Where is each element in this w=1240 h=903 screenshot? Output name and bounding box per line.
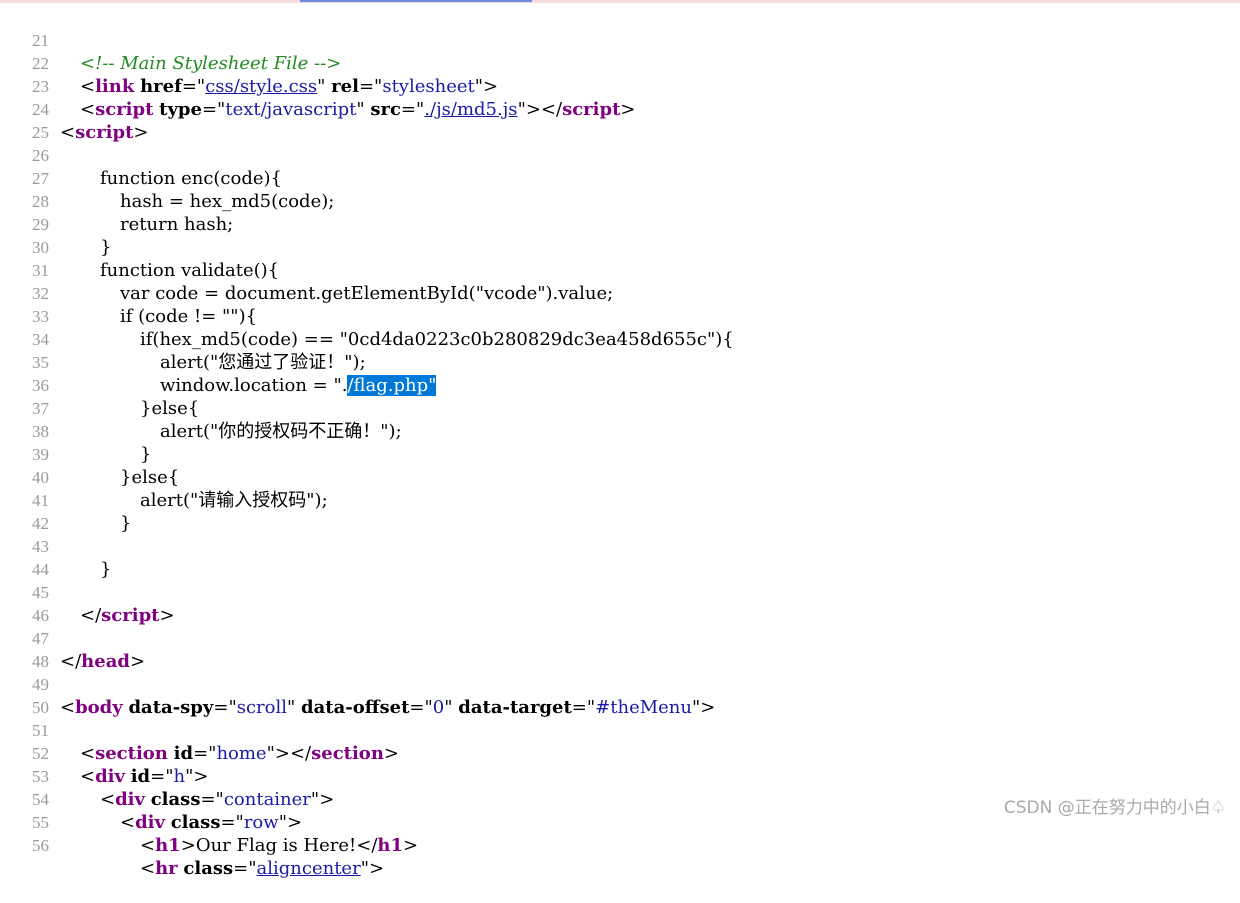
code-line-51: 51 <section id="home"></section> [0, 696, 1240, 764]
code-line-37: 37 alert("你的授权码不正确！"); [0, 374, 1240, 442]
top-border [0, 0, 1240, 3]
tag-name: h1 [155, 835, 181, 856]
tag-name: h1 [377, 835, 404, 856]
code-line-50: 50 [0, 673, 1240, 717]
code-line-41: 41 } [0, 466, 1240, 534]
code-line-31: 31 var code = document.getElementById("v… [0, 236, 1240, 304]
heading-text: Our Flag is Here! [195, 835, 357, 856]
code-line-49: 49 <body data-spy="scroll" data-offset="… [0, 650, 1240, 718]
code-line-45: 45 </script> [0, 558, 1240, 626]
line-content: <hr class="aligncenter"> [140, 857, 384, 880]
code-line-35: 35 window.location = "./flag.php" [0, 328, 1240, 396]
code-line-48: 48 [0, 627, 1240, 671]
code-line-27: 27 hash = hex_md5(code); [0, 144, 1240, 212]
code-line-29: 29 } [0, 190, 1240, 258]
csdn-watermark: CSDN @正在努力中的小白♤ [1003, 798, 1226, 818]
tag-bracket: < [140, 858, 156, 879]
code-line-40: 40 alert("请输入授权码"); [0, 443, 1240, 511]
attr-name: class [183, 858, 234, 879]
tag-bracket: > [180, 835, 196, 856]
code-line-38: 38 } [0, 397, 1240, 465]
line-number: 56 [32, 836, 49, 855]
tag-bracket: </ [356, 835, 378, 856]
tag-bracket: < [140, 835, 156, 856]
code-line-21: 21 <!-- Main Stylesheet File --> [0, 6, 1240, 74]
code-line-28: 28 return hash; [0, 167, 1240, 235]
attr-value: aligncenter [256, 858, 361, 879]
code-line-42: 42 [0, 489, 1240, 533]
code-line-36: 36 }else{ [0, 351, 1240, 419]
code-line-34: 34 alert("您通过了验证！"); [0, 305, 1240, 373]
code-line-39: 39 }else{ [0, 420, 1240, 488]
code-line-23: 23 <script type="text/javascript" src=".… [0, 52, 1240, 120]
tag-name: hr [155, 858, 178, 879]
code-line-26: 26 function enc(code){ [0, 121, 1240, 189]
code-line-44: 44 [0, 535, 1240, 579]
code-line-22: 22 <link href="css/style.css" rel="style… [0, 29, 1240, 97]
source-code-view[interactable]: 21 <!-- Main Stylesheet File --> 22 <lin… [0, 6, 1240, 879]
code-line-54: 54 <div class="row"> [0, 765, 1240, 833]
tag-bracket: "> [360, 858, 385, 879]
code-line-30: 30 function validate(){ [0, 213, 1240, 281]
code-line-43: 43 } [0, 512, 1240, 580]
code-line-33: 33 if(hex_md5(code) == "0cd4da0223c0b280… [0, 282, 1240, 350]
code-line-52: 52 <div id="h"> [0, 719, 1240, 787]
tag-bracket: > [403, 835, 419, 856]
code-line-53: 53 <div class="container"> [0, 742, 1240, 810]
code-line-46: 46 [0, 581, 1240, 625]
line-content: <h1>Our Flag is Here!</h1> [140, 834, 418, 857]
code-line-24: 24 <script> [0, 75, 1240, 143]
code-line-25: 25 [0, 98, 1240, 142]
attr-eq: =" [233, 858, 257, 879]
code-line-47: 47 </head> [0, 604, 1240, 672]
code-line-32: 32 if (code != ""){ [0, 259, 1240, 327]
